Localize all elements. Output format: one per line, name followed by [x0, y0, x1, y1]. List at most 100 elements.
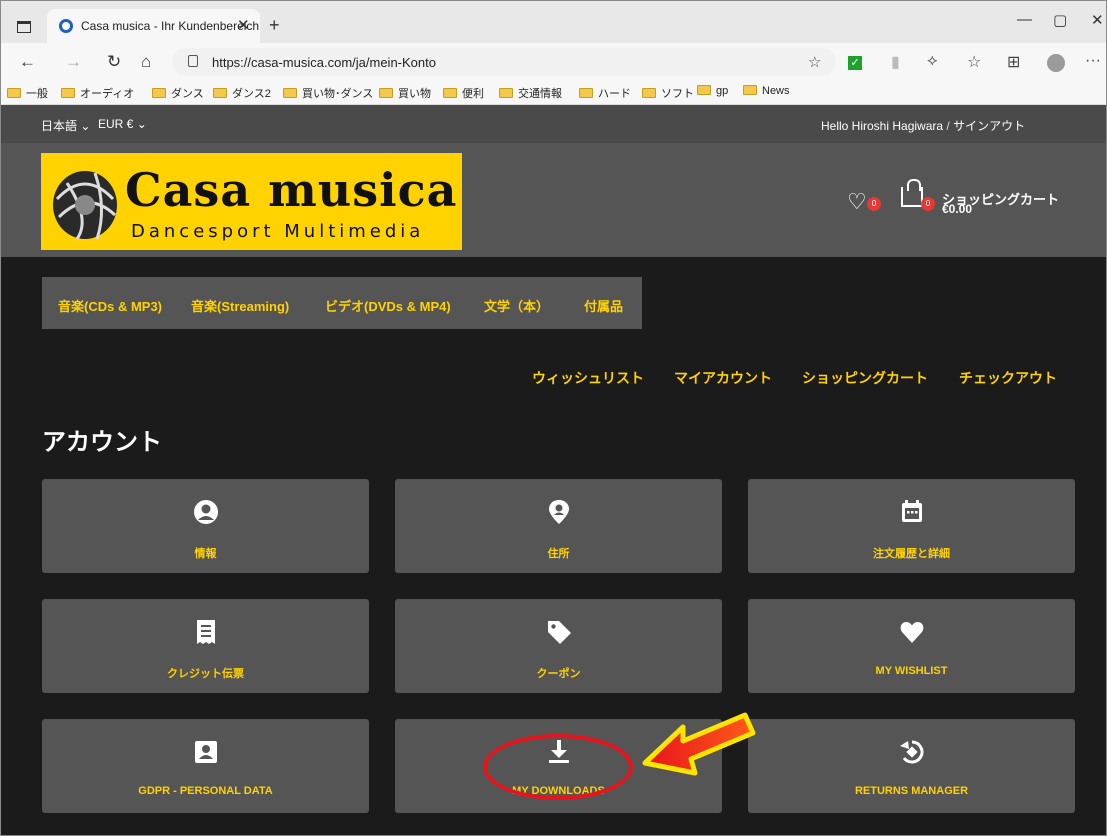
folder-icon: [7, 88, 21, 98]
site-header: Casa musica Dancesport Multimedia ♡ 0 0 …: [1, 143, 1106, 257]
extensions-puzzle-icon[interactable]: ⟡: [927, 52, 938, 70]
card-label: クレジット伝票: [167, 668, 244, 680]
account-card-orders[interactable]: 注文履歴と詳細: [748, 479, 1075, 573]
browser-window: Casa musica - Ihr Kundenbereich ✕ + — ▢ …: [0, 0, 1107, 836]
browser-tab[interactable]: Casa musica - Ihr Kundenbereich ✕: [47, 9, 260, 43]
card-label: 住所: [547, 548, 570, 560]
menu-item-video[interactable]: ビデオ(DVDs & MP4): [325, 296, 451, 315]
bookmark-folder[interactable]: ダンス2: [213, 85, 271, 101]
folder-icon: [152, 88, 166, 98]
browser-toolbar: ← → ↻ ⌂ https://casa-musica.com/ja/mein-…: [1, 43, 1106, 81]
link-wishlist[interactable]: ウィッシュリスト: [532, 368, 644, 388]
main-menu: 音楽(CDs & MP3) 音楽(Streaming) ビデオ(DVDs & M…: [42, 277, 642, 329]
wishlist-count-badge: 0: [867, 197, 881, 211]
bookmark-folder[interactable]: ダンス: [152, 85, 204, 101]
card-label: MY WISHLIST: [875, 665, 948, 677]
folder-icon: [579, 88, 593, 98]
account-card-address[interactable]: 住所: [395, 479, 722, 573]
new-tab-icon[interactable]: +: [269, 15, 280, 36]
chevron-down-icon: ⌄: [136, 117, 147, 131]
extension-icon[interactable]: ▮: [891, 52, 900, 72]
card-label: クーポン: [536, 668, 581, 680]
menu-item-accessories[interactable]: 付属品: [584, 296, 623, 315]
folder-icon: [499, 88, 513, 98]
account-card-gdpr[interactable]: GDPR - PERSONAL DATA: [42, 719, 369, 813]
url-text: https://casa-musica.com/ja/mein-Konto: [212, 55, 436, 70]
page-title: アカウント: [42, 429, 162, 456]
folder-icon: [642, 88, 656, 98]
folder-icon: [213, 88, 227, 98]
receipt-icon: [196, 620, 215, 644]
bookmark-folder[interactable]: News: [743, 85, 790, 97]
wishlist-heart-icon[interactable]: ♡: [847, 189, 867, 215]
bookmark-folder[interactable]: ハード: [579, 85, 631, 101]
more-menu-icon[interactable]: ···: [1085, 52, 1101, 70]
card-label: 注文履歴と詳細: [873, 548, 950, 560]
reload-icon[interactable]: ↻: [107, 52, 121, 72]
collections-icon[interactable]: ⊞: [1007, 52, 1020, 72]
maximize-icon[interactable]: ▢: [1053, 11, 1067, 29]
checkmark-extension-icon[interactable]: ✓: [848, 56, 862, 70]
link-checkout[interactable]: チェックアウト: [959, 368, 1057, 388]
tab-title: Casa musica - Ihr Kundenbereich: [81, 19, 260, 33]
greeting-link[interactable]: Hello Hiroshi Hagiwara: [821, 119, 943, 133]
forward-icon[interactable]: →: [65, 52, 82, 72]
logo-sub-text: Dancesport Multimedia: [131, 221, 425, 242]
bookmarks-bar: 一般 オーディオ ダンス ダンス2 買い物･ダンス 買い物 便利 交通情報 ハー…: [1, 81, 1106, 105]
bookmark-folder[interactable]: 便利: [443, 85, 484, 101]
minimize-icon[interactable]: —: [1017, 11, 1032, 28]
account-card-returns[interactable]: RETURNS MANAGER: [748, 719, 1075, 813]
signout-link[interactable]: サインアウト: [953, 119, 1025, 133]
language-selector[interactable]: 日本語 ⌄: [41, 117, 90, 134]
shopping-bag-icon[interactable]: [901, 179, 923, 207]
site-logo[interactable]: Casa musica Dancesport Multimedia: [41, 153, 462, 250]
site-topbar: 日本語 ⌄ EUR € ⌄ Hello Hiroshi Hagiwara / サ…: [1, 105, 1106, 143]
user-circle-icon: [193, 500, 218, 524]
account-card-info[interactable]: 情報: [42, 479, 369, 573]
tab-actions-icon[interactable]: [17, 21, 31, 33]
close-window-icon[interactable]: ✕: [1091, 11, 1104, 29]
highlight-ellipse: [483, 734, 633, 800]
home-icon[interactable]: ⌂: [141, 52, 151, 72]
cart-count-badge: 0: [921, 197, 935, 211]
lock-icon: [188, 55, 198, 67]
card-label: 情報: [194, 548, 217, 560]
bookmark-folder[interactable]: 買い物･ダンス: [283, 85, 373, 101]
back-icon[interactable]: ←: [19, 52, 36, 72]
folder-icon: [283, 88, 297, 98]
returns-icon: [899, 740, 923, 764]
bookmark-folder[interactable]: gp: [697, 85, 728, 97]
currency-selector[interactable]: EUR € ⌄: [98, 117, 147, 131]
cart-amount: €0.00: [942, 202, 973, 216]
account-card-credit-slips[interactable]: クレジット伝票: [42, 599, 369, 693]
tab-close-icon[interactable]: ✕: [237, 16, 250, 34]
address-bar[interactable]: https://casa-musica.com/ja/mein-Konto ☆: [172, 48, 836, 76]
heart-icon: [900, 622, 923, 643]
link-my-account[interactable]: マイアカウント: [674, 368, 772, 388]
bookmark-folder[interactable]: 交通情報: [499, 85, 562, 101]
bookmark-folder[interactable]: オーディオ: [61, 85, 134, 101]
card-label: GDPR - PERSONAL DATA: [138, 785, 273, 797]
folder-icon: [697, 85, 711, 95]
id-card-icon: [194, 741, 217, 763]
account-card-wishlist[interactable]: MY WISHLIST: [748, 599, 1075, 693]
highlight-arrow-icon: [642, 712, 756, 776]
chevron-down-icon: ⌄: [80, 119, 91, 133]
link-shopping-cart[interactable]: ショッピングカート: [802, 368, 928, 388]
logo-main-text: Casa musica: [125, 163, 458, 217]
add-favorite-icon[interactable]: ☆: [808, 53, 821, 71]
map-pin-icon: [548, 500, 569, 524]
tab-bar: Casa musica - Ihr Kundenbereich ✕ + — ▢ …: [1, 1, 1106, 43]
folder-icon: [443, 88, 457, 98]
menu-item-music-streaming[interactable]: 音楽(Streaming): [191, 296, 289, 315]
menu-item-literature[interactable]: 文学（本）: [484, 296, 549, 315]
user-greeting: Hello Hiroshi Hagiwara / サインアウト: [821, 119, 1026, 133]
bookmark-folder[interactable]: ソフト: [642, 85, 694, 101]
account-card-coupons[interactable]: クーポン: [395, 599, 722, 693]
bookmark-folder[interactable]: 買い物: [379, 85, 431, 101]
bookmark-folder[interactable]: 一般: [7, 85, 48, 101]
profile-avatar-icon[interactable]: [1047, 54, 1065, 72]
menu-item-music-cds[interactable]: 音楽(CDs & MP3): [58, 296, 162, 315]
tag-icon: [547, 621, 571, 644]
favorites-icon[interactable]: ☆: [967, 52, 981, 72]
